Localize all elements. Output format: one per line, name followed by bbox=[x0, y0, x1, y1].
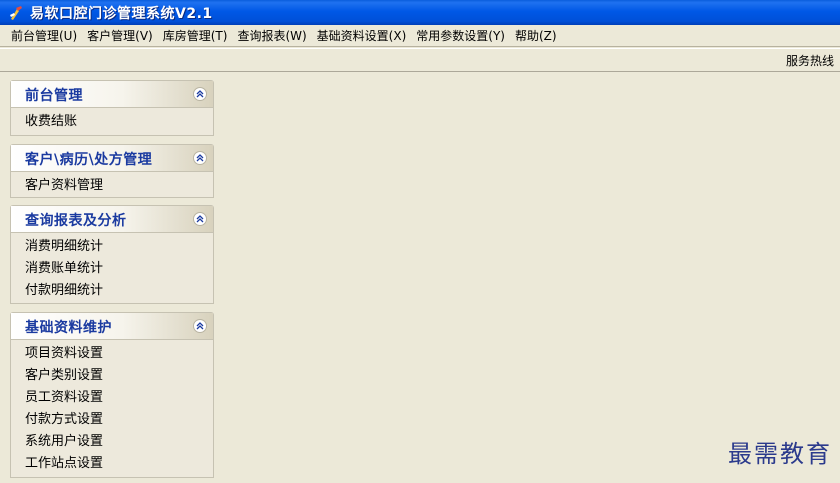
menu-help[interactable]: 帮助(Z) bbox=[510, 26, 562, 46]
panel-reports: 查询报表及分析 消费明细统计 消费账单统计 付款明细统计 bbox=[10, 205, 214, 304]
menu-reports[interactable]: 查询报表(W) bbox=[232, 26, 311, 46]
panel-customer-header[interactable]: 客户\病历\处方管理 bbox=[11, 145, 213, 172]
watermark-text: 最需教育 bbox=[728, 440, 832, 468]
menu-front-desk[interactable]: 前台管理(U) bbox=[6, 26, 82, 46]
app-logo-icon bbox=[8, 5, 24, 21]
panel-customer-title: 客户\病历\处方管理 bbox=[25, 152, 153, 168]
panel-reports-title: 查询报表及分析 bbox=[25, 213, 127, 229]
panel-customer: 客户\病历\处方管理 客户资料管理 bbox=[10, 144, 214, 198]
menu-bar: 前台管理(U) 客户管理(V) 库房管理(T) 查询报表(W) 基础资料设置(X… bbox=[0, 25, 840, 47]
status-strip: 服务热线 bbox=[0, 48, 840, 72]
menu-warehouse[interactable]: 库房管理(T) bbox=[158, 26, 233, 46]
nav-item-consumption-detail[interactable]: 消费明细统计 bbox=[25, 236, 213, 258]
collapse-chevron-icon[interactable] bbox=[193, 151, 207, 165]
menu-customer[interactable]: 客户管理(V) bbox=[82, 26, 158, 46]
window-titlebar[interactable]: 易软口腔门诊管理系统V2.1 bbox=[0, 0, 840, 25]
nav-item-employee-settings[interactable]: 员工资料设置 bbox=[25, 387, 213, 409]
panel-basic-data: 基础资料维护 项目资料设置 客户类别设置 员工资料设置 付款方式设置 系统用户设… bbox=[10, 312, 214, 478]
navigation-sidebar: 前台管理 收费结账 客户\病历\处方管理 客户资料管理 查询报表及分析 消费明细… bbox=[10, 80, 214, 483]
nav-item-customer-records[interactable]: 客户资料管理 bbox=[25, 175, 213, 197]
service-hotline-label: 服务热线 bbox=[785, 54, 834, 68]
panel-basic-data-title: 基础资料维护 bbox=[25, 320, 112, 336]
panel-front-desk-header[interactable]: 前台管理 bbox=[11, 81, 213, 108]
panel-front-desk-title: 前台管理 bbox=[25, 88, 83, 104]
nav-item-payment-detail[interactable]: 付款明细统计 bbox=[25, 280, 213, 302]
nav-item-project-settings[interactable]: 项目资料设置 bbox=[25, 343, 213, 365]
collapse-chevron-icon[interactable] bbox=[193, 319, 207, 333]
menu-basic-data[interactable]: 基础资料设置(X) bbox=[312, 26, 412, 46]
nav-item-customer-category[interactable]: 客户类别设置 bbox=[25, 365, 213, 387]
panel-basic-data-header[interactable]: 基础资料维护 bbox=[11, 313, 213, 340]
nav-item-payment-method[interactable]: 付款方式设置 bbox=[25, 409, 213, 431]
collapse-chevron-icon[interactable] bbox=[193, 87, 207, 101]
nav-item-workstation[interactable]: 工作站点设置 bbox=[25, 453, 213, 475]
panel-reports-header[interactable]: 查询报表及分析 bbox=[11, 206, 213, 233]
collapse-chevron-icon[interactable] bbox=[193, 212, 207, 226]
panel-front-desk: 前台管理 收费结账 bbox=[10, 80, 214, 136]
window-title: 易软口腔门诊管理系统V2.1 bbox=[30, 5, 213, 22]
nav-item-consumption-bill[interactable]: 消费账单统计 bbox=[25, 258, 213, 280]
nav-item-system-users[interactable]: 系统用户设置 bbox=[25, 431, 213, 453]
nav-item-checkout[interactable]: 收费结账 bbox=[25, 111, 213, 133]
menu-parameters[interactable]: 常用参数设置(Y) bbox=[411, 26, 510, 46]
